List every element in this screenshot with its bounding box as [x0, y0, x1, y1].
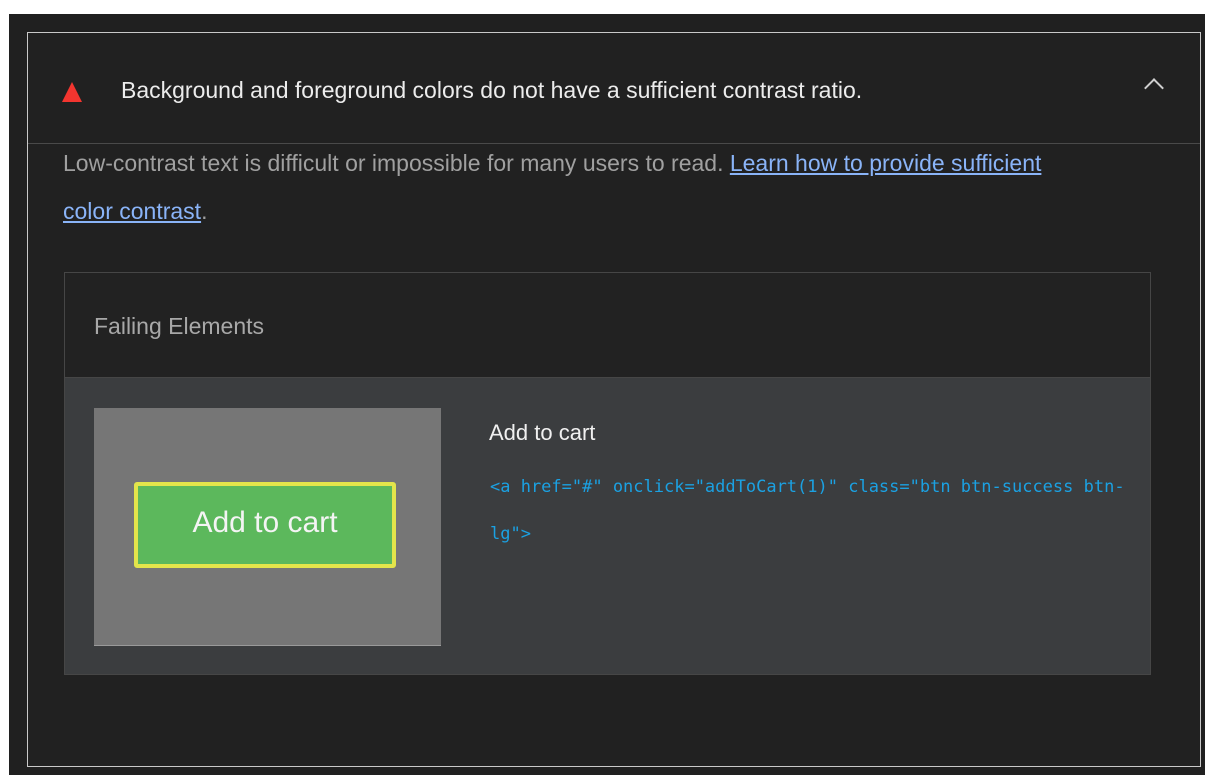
failing-elements-table: Failing Elements Add to cart Add to cart… — [64, 272, 1151, 675]
audit-header[interactable]: Background and foreground colors do not … — [28, 33, 1200, 144]
description-suffix: . — [201, 198, 208, 224]
chevron-up-icon[interactable] — [1144, 78, 1164, 98]
add-to-cart-button-preview: Add to cart — [134, 482, 396, 568]
audit-description: Low-contrast text is difficult or imposs… — [63, 139, 1083, 235]
audit-title: Background and foreground colors do not … — [121, 77, 863, 103]
warning-triangle-icon — [62, 82, 82, 102]
description-text: Low-contrast text is difficult or imposs… — [63, 150, 730, 176]
failing-element-row[interactable]: Add to cart Add to cart <a href="#" oncl… — [65, 378, 1150, 674]
failing-elements-title: Failing Elements — [94, 313, 265, 339]
node-label: Add to cart — [489, 420, 596, 445]
failing-elements-header: Failing Elements — [65, 273, 1150, 378]
node-snippet-code[interactable]: <a href="#" onclick="addToCart(1)" class… — [490, 464, 1130, 558]
node-screenshot-thumbnail[interactable]: Add to cart — [94, 408, 441, 646]
